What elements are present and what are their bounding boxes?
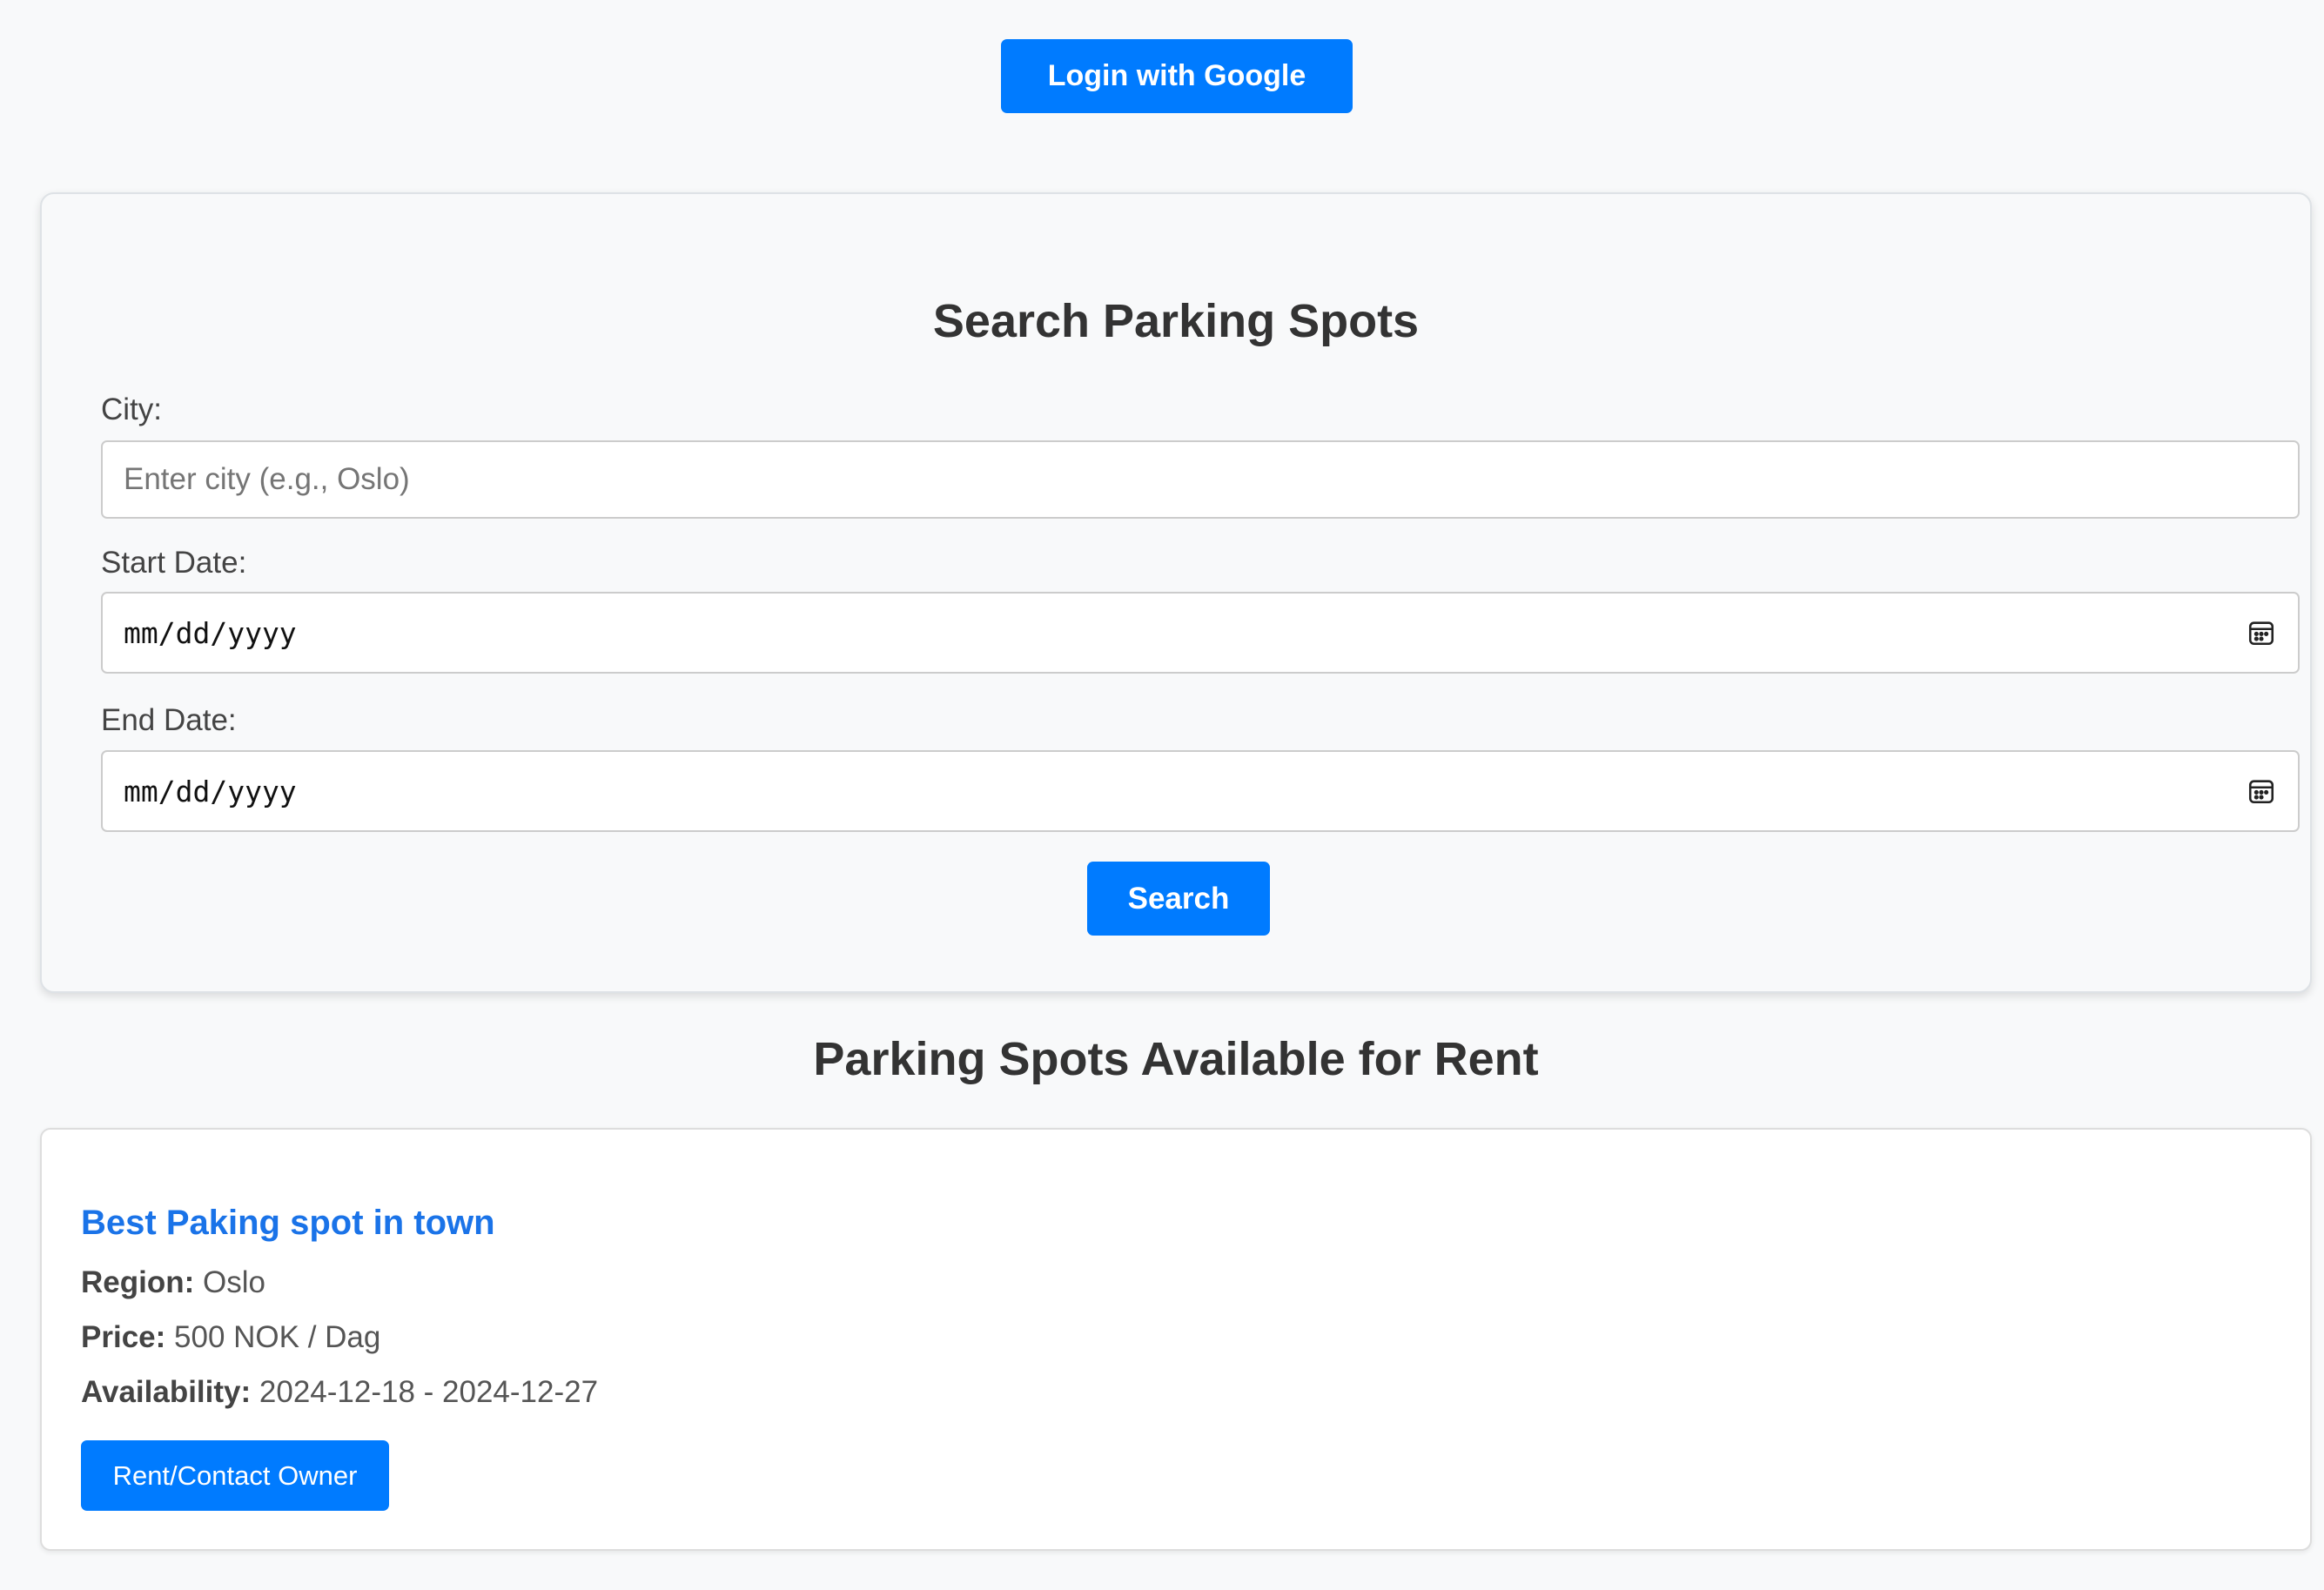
search-button[interactable]: Search (1087, 862, 1270, 936)
search-form-card: Search Parking Spots City: Start Date: m… (40, 192, 2312, 993)
listings-title: Parking Spots Available for Rent (813, 1033, 1539, 1085)
end-date-label: End Date: (101, 703, 237, 737)
parking-spot-card: Best Paking spot in town Region: Oslo Pr… (40, 1128, 2312, 1551)
availability-key: Availability: (81, 1375, 252, 1409)
region-value: Oslo (203, 1265, 265, 1299)
spot-title[interactable]: Best Paking spot in town (81, 1205, 495, 1240)
end-date-value: mm/dd/yyyy (124, 774, 297, 808)
spot-availability: Availability: 2024-12-18 - 2024-12-27 (81, 1377, 598, 1407)
availability-value: 2024-12-18 - 2024-12-27 (259, 1375, 599, 1409)
region-key: Region: (81, 1265, 195, 1299)
calendar-icon[interactable] (2246, 617, 2277, 648)
login-with-google-button[interactable]: Login with Google (1001, 39, 1353, 113)
start-date-value: mm/dd/yyyy (124, 615, 297, 650)
calendar-icon[interactable] (2246, 775, 2277, 807)
start-date-input[interactable]: mm/dd/yyyy (101, 592, 2300, 674)
price-value: 500 NOK / Dag (174, 1320, 381, 1354)
city-label: City: (101, 392, 162, 426)
spot-price: Price: 500 NOK / Dag (81, 1322, 380, 1352)
rent-contact-owner-button[interactable]: Rent/Contact Owner (81, 1440, 389, 1511)
end-date-input[interactable]: mm/dd/yyyy (101, 750, 2300, 832)
city-input[interactable] (101, 440, 2300, 519)
search-title: Search Parking Spots (932, 295, 1420, 347)
spot-region: Region: Oslo (81, 1267, 265, 1298)
price-key: Price: (81, 1320, 166, 1354)
start-date-label: Start Date: (101, 546, 247, 580)
